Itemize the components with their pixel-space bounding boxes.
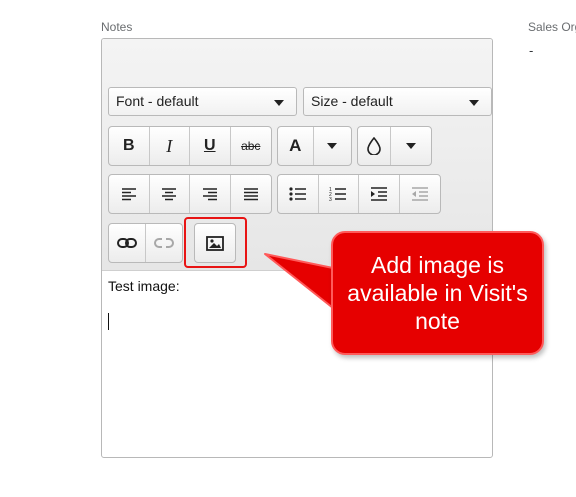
annotation-callout: Add image is available in Visit's note <box>331 231 544 355</box>
callout-text: Add image is available in Visit's note <box>347 252 528 334</box>
